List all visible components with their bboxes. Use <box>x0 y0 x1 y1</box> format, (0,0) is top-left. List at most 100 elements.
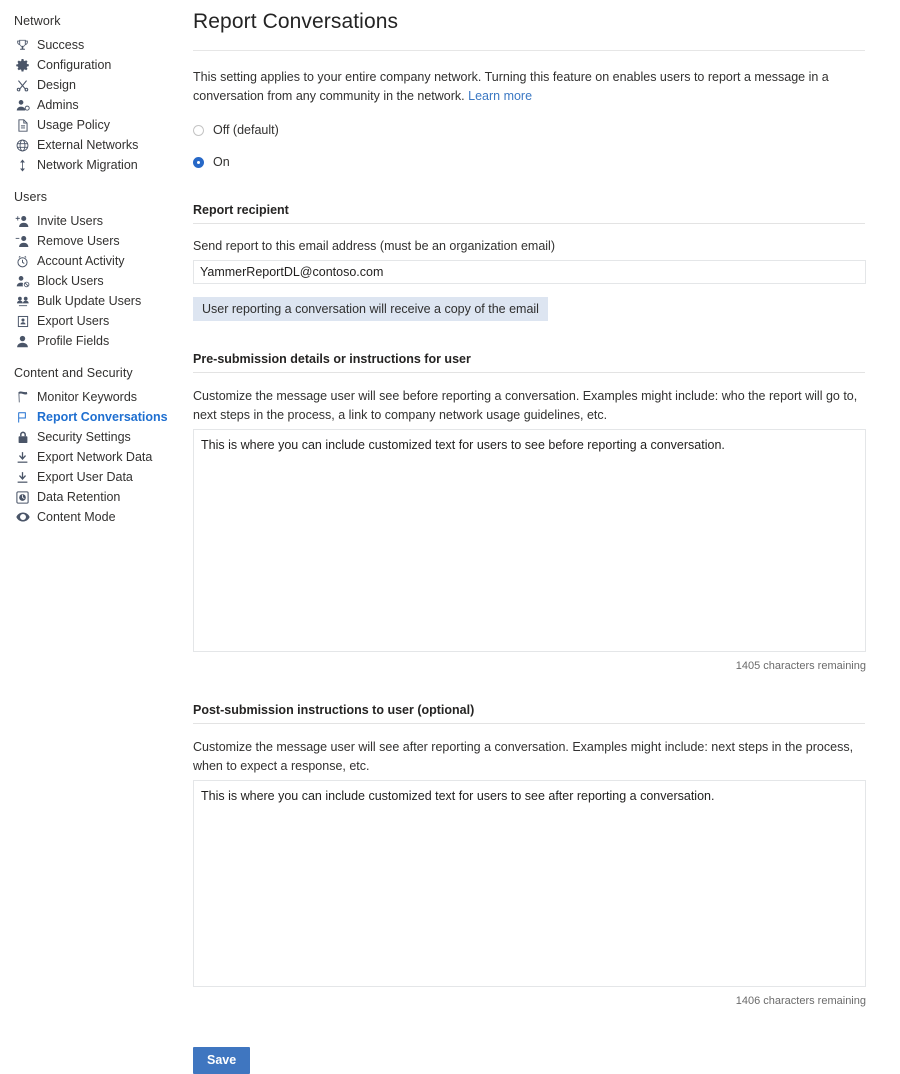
pre-submission-textarea[interactable] <box>193 429 866 652</box>
document-icon <box>14 117 31 133</box>
sidebar-item-label: Bulk Update Users <box>37 294 142 308</box>
section-divider <box>193 223 865 224</box>
nav-group-content-and-security: Content and Security Monitor Keywords Re… <box>0 365 185 527</box>
email-field-label: Send report to this email address (must … <box>193 239 555 253</box>
sidebar-item-label: Account Activity <box>37 254 125 268</box>
sidebar-item-data-retention[interactable]: Data Retention <box>0 487 185 507</box>
post-submission-char-count: 1406 characters remaining <box>735 995 866 1007</box>
radio-off-label: Off (default) <box>213 123 279 137</box>
sidebar-item-label: Invite Users <box>37 214 103 228</box>
sidebar-item-label: Content Mode <box>37 510 116 524</box>
sidebar-item-configuration[interactable]: Configuration <box>0 55 185 75</box>
section-title-post-submission: Post-submission instructions to user (op… <box>193 703 475 717</box>
person-add-icon <box>14 213 31 229</box>
post-submission-textarea[interactable] <box>193 780 866 987</box>
download-icon <box>14 469 31 485</box>
radio-option-off[interactable]: Off (default) <box>193 120 865 140</box>
sidebar-item-network-migration[interactable]: Network Migration <box>0 155 185 175</box>
sidebar-item-profile-fields[interactable]: Profile Fields <box>0 331 185 351</box>
section-divider <box>193 372 865 373</box>
report-email-input[interactable] <box>193 260 866 284</box>
sidebar-item-export-network-data[interactable]: Export Network Data <box>0 447 185 467</box>
sidebar-item-admins[interactable]: Admins <box>0 95 185 115</box>
sidebar-item-label: Security Settings <box>37 430 131 444</box>
person-icon <box>14 333 31 349</box>
sidebar-item-label: Success <box>37 38 85 52</box>
updown-arrows-icon <box>14 157 31 173</box>
sidebar-item-label: Monitor Keywords <box>37 390 138 404</box>
radio-off-indicator[interactable] <box>193 124 204 136</box>
sidebar-item-label: Network Migration <box>37 158 138 172</box>
page-title: Report Conversations <box>193 10 399 33</box>
copy-notice-pill: User reporting a conversation will recei… <box>193 297 548 321</box>
sidebar-item-label: Remove Users <box>37 234 120 248</box>
sidebar-item-label: Report Conversations <box>37 410 168 424</box>
data-retention-icon <box>14 489 31 505</box>
sidebar-item-block-users[interactable]: Block Users <box>0 271 185 291</box>
nav-group-title-network: Network <box>14 14 61 28</box>
sidebar-item-export-user-data[interactable]: Export User Data <box>0 467 185 487</box>
sidebar-item-account-activity[interactable]: Account Activity <box>0 251 185 271</box>
sidebar-item-security-settings[interactable]: Security Settings <box>0 427 185 447</box>
sidebar-item-bulk-update-users[interactable]: Bulk Update Users <box>0 291 185 311</box>
nav-group-title-content-and-security: Content and Security <box>14 366 133 380</box>
gear-icon <box>14 57 31 73</box>
sidebar-item-content-mode[interactable]: Content Mode <box>0 507 185 527</box>
section-title-report-recipient: Report recipient <box>193 203 289 217</box>
sidebar-item-remove-users[interactable]: Remove Users <box>0 231 185 251</box>
sidebar-item-label: Export Network Data <box>37 450 153 464</box>
post-submission-help-text: Customize the message user will see afte… <box>193 740 854 773</box>
sidebar-item-label: Block Users <box>37 274 104 288</box>
person-gear-icon <box>14 97 31 113</box>
radio-option-on[interactable]: On <box>193 152 865 172</box>
sidebar-item-external-networks[interactable]: External Networks <box>0 135 185 155</box>
bulk-update-icon <box>14 293 31 309</box>
report-recipient-section: Report recipient Send report to this ema… <box>193 202 866 321</box>
sidebar-item-success[interactable]: Success <box>0 35 185 55</box>
globe-icon <box>14 137 31 153</box>
nav-group-users: Users Invite Users Remove Users Account … <box>0 189 185 351</box>
nav-group-network: Network Success Configuration Design Adm… <box>0 13 185 175</box>
section-divider <box>193 723 865 724</box>
sidebar-item-label: Data Retention <box>37 490 121 504</box>
sidebar-item-label: Configuration <box>37 58 112 72</box>
save-button[interactable]: Save <box>193 1047 251 1074</box>
person-remove-icon <box>14 233 31 249</box>
learn-more-link[interactable]: Learn more <box>468 89 532 103</box>
app-root: Network Success Configuration Design Adm… <box>0 0 900 1074</box>
nav-group-title-users: Users <box>14 190 48 204</box>
title-divider <box>193 50 865 51</box>
sidebar-item-label: Export Users <box>37 314 110 328</box>
lock-icon <box>14 429 31 445</box>
post-submission-section: Post-submission instructions to user (op… <box>193 702 866 1007</box>
flag-outline-icon <box>14 409 31 425</box>
sidebar-item-label: Design <box>37 78 76 92</box>
main-content: Report Conversations This setting applie… <box>185 0 900 1074</box>
scissors-icon <box>14 77 31 93</box>
sidebar-item-monitor-keywords[interactable]: Monitor Keywords <box>0 387 185 407</box>
pre-submission-char-count: 1405 characters remaining <box>735 660 866 672</box>
export-users-icon <box>14 313 31 329</box>
pre-submission-help-text: Customize the message user will see befo… <box>193 389 858 422</box>
clock-icon <box>14 253 31 269</box>
sidebar-item-report-conversations[interactable]: Report Conversations <box>0 407 185 427</box>
intro-paragraph: This setting applies to your entire comp… <box>193 68 865 105</box>
sidebar-item-export-users[interactable]: Export Users <box>0 311 185 331</box>
download-icon <box>14 449 31 465</box>
sidebar-item-label: External Networks <box>37 138 139 152</box>
person-block-icon <box>14 273 31 289</box>
sidebar-item-invite-users[interactable]: Invite Users <box>0 211 185 231</box>
save-button-container: Save <box>193 1047 865 1074</box>
admin-sidebar: Network Success Configuration Design Adm… <box>0 0 185 541</box>
sidebar-item-design[interactable]: Design <box>0 75 185 95</box>
sidebar-item-usage-policy[interactable]: Usage Policy <box>0 115 185 135</box>
sidebar-item-label: Usage Policy <box>37 118 110 132</box>
sidebar-item-label: Profile Fields <box>37 334 110 348</box>
radio-on-indicator[interactable] <box>193 156 204 168</box>
sidebar-item-label: Admins <box>37 98 79 112</box>
radio-on-label: On <box>213 155 230 169</box>
flag-filled-icon <box>14 389 31 405</box>
eye-icon <box>14 509 31 525</box>
pre-submission-section: Pre-submission details or instructions f… <box>193 351 866 672</box>
sidebar-item-label: Export User Data <box>37 470 133 484</box>
